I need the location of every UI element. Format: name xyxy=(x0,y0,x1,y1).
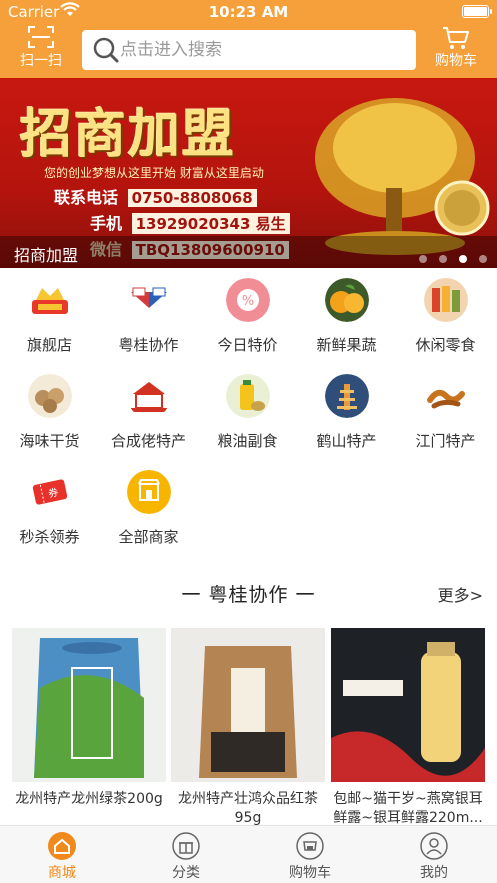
tab-label: 我的 xyxy=(420,865,448,881)
category-label: 粮油副食 xyxy=(217,432,278,450)
category-heshan[interactable]: 鹤山特产 xyxy=(297,368,396,460)
banner-pagination[interactable] xyxy=(412,248,487,267)
banner-caption-bar: 招商加盟 xyxy=(0,236,497,268)
banner-dot[interactable] xyxy=(418,255,427,263)
banner-dot[interactable] xyxy=(479,255,487,263)
category-flash-coupon[interactable]: 券 秒杀领券 xyxy=(0,464,99,556)
category-label: 新鲜果蔬 xyxy=(316,336,377,354)
banner-mobile-row: 手机 13929020343 易生 xyxy=(90,210,290,234)
section-header: 一 粤桂协作 一 更多> xyxy=(0,574,497,614)
category-label: 江门特产 xyxy=(415,432,476,450)
scan-label: 扫一扫 xyxy=(20,53,62,69)
category-label: 今日特价 xyxy=(217,336,278,354)
status-time: 10:23 AM xyxy=(208,3,289,21)
category-jiangmen[interactable]: 江门特产 xyxy=(396,368,495,460)
top-bar: Carrier 10:23 AM 扫一扫 购物车 xyxy=(0,0,497,78)
category-all-merchants[interactable]: 全部商家 xyxy=(99,464,198,556)
search-bar[interactable] xyxy=(82,30,416,70)
guangdong-guangxi-cooperation-icon xyxy=(131,287,167,308)
banner-mobile: 13929020343 易生 xyxy=(131,213,290,234)
product-card[interactable]: 包邮~猫干岁~燕窝银耳鲜露~银耳鲜露220m... xyxy=(331,628,485,828)
coupon-ticket-icon: 券 xyxy=(32,479,68,505)
money-tree-image xyxy=(315,98,490,255)
snacks-icon xyxy=(424,278,468,322)
battery-icon xyxy=(462,5,492,18)
category-label: 粤桂协作 xyxy=(118,336,179,354)
grain-oil-icon xyxy=(226,374,270,418)
banner-caption: 招商加盟 xyxy=(14,246,79,265)
banner-phone: 0750-8808068 xyxy=(127,189,257,207)
header-cart-button[interactable]: 购物车 xyxy=(428,26,484,72)
banner-headline: 招商加盟 xyxy=(20,104,237,165)
search-icon xyxy=(93,37,119,63)
section-title: 一 粤桂协作 一 xyxy=(181,584,316,606)
product-image xyxy=(12,628,166,782)
banner-dot-active[interactable] xyxy=(458,255,467,263)
category-guangdong-guangxi[interactable]: 粤桂协作 xyxy=(99,272,198,364)
fresh-fruit-icon xyxy=(325,278,369,322)
tab-home[interactable]: 商城 xyxy=(0,832,124,882)
product-card[interactable]: 龙州特产龙州绿茶200g xyxy=(12,628,166,828)
category-dried-seafood[interactable]: 海味干货 xyxy=(0,368,99,460)
category-label: 合成佬特产 xyxy=(110,432,186,450)
tab-category[interactable]: 分类 xyxy=(124,832,248,882)
category-label: 旗舰店 xyxy=(26,336,72,354)
product-image xyxy=(331,628,485,782)
dried-seafood-icon xyxy=(28,374,72,418)
product-card[interactable]: 龙州特产壮鸿众品红茶 95g xyxy=(171,628,325,828)
category-today-special[interactable]: % 今日特价 xyxy=(198,272,297,364)
home-icon xyxy=(48,832,76,860)
product-name: 龙州特产龙州绿茶200g xyxy=(15,791,163,807)
product-image xyxy=(171,628,325,782)
user-profile-icon xyxy=(420,832,448,860)
tab-label: 分类 xyxy=(172,865,200,881)
category-label: 海味干货 xyxy=(19,432,80,450)
banner-phone-row: 联系电话 0750-8808068 xyxy=(54,184,257,208)
category-grain-oil[interactable]: 粮油副食 xyxy=(198,368,297,460)
gift-category-icon xyxy=(172,832,200,860)
scan-button[interactable]: 扫一扫 xyxy=(14,26,68,70)
category-snacks[interactable]: 休闲零食 xyxy=(396,272,495,364)
tab-cart[interactable]: 购物车 xyxy=(248,832,372,882)
promo-banner[interactable]: 招商加盟 您的创业梦想从这里开始 财富从这里启动 联系电话 0750-88080… xyxy=(0,78,497,268)
svg-text:%: % xyxy=(242,294,254,309)
tab-label: 购物车 xyxy=(289,865,331,881)
all-merchants-icon xyxy=(127,470,171,514)
heshan-pagoda-icon xyxy=(325,374,369,418)
percent-discount-icon: % xyxy=(226,278,270,322)
tab-profile[interactable]: 我的 xyxy=(372,832,496,882)
banner-tagline: 您的创业梦想从这里开始 财富从这里启动 xyxy=(44,166,264,180)
category-hechenglao[interactable]: 合成佬特产 xyxy=(99,368,198,460)
bottom-tab-bar: 商城 分类 购物车 我的 xyxy=(0,825,497,883)
category-flagship-store[interactable]: 旗舰店 xyxy=(0,272,99,364)
flagship-store-icon xyxy=(32,288,68,314)
category-fresh-produce[interactable]: 新鲜果蔬 xyxy=(297,272,396,364)
search-input[interactable] xyxy=(120,36,400,64)
hechenglao-specialty-icon xyxy=(131,382,167,412)
cart-icon xyxy=(443,27,469,49)
category-label: 全部商家 xyxy=(118,528,179,546)
category-label: 秒杀领券 xyxy=(19,528,80,546)
category-label: 鹤山特产 xyxy=(316,432,377,450)
product-name: 包邮~猫干岁~燕窝银耳鲜露~银耳鲜露220m... xyxy=(333,791,483,826)
category-label: 休闲零食 xyxy=(415,336,476,354)
scan-icon xyxy=(28,26,54,48)
more-link[interactable]: 更多> xyxy=(438,582,483,606)
status-bar: Carrier 10:23 AM xyxy=(0,0,497,24)
cart-label: 购物车 xyxy=(435,53,477,69)
banner-dot[interactable] xyxy=(438,255,447,263)
banner-mobile-label: 手机 xyxy=(90,214,123,233)
tab-label: 商城 xyxy=(48,865,76,881)
banner-phone-label: 联系电话 xyxy=(54,188,119,207)
product-name: 龙州特产壮鸿众品红茶 95g xyxy=(178,791,318,826)
jiangmen-specialty-icon xyxy=(424,374,468,418)
shop-cart-icon xyxy=(296,832,324,860)
